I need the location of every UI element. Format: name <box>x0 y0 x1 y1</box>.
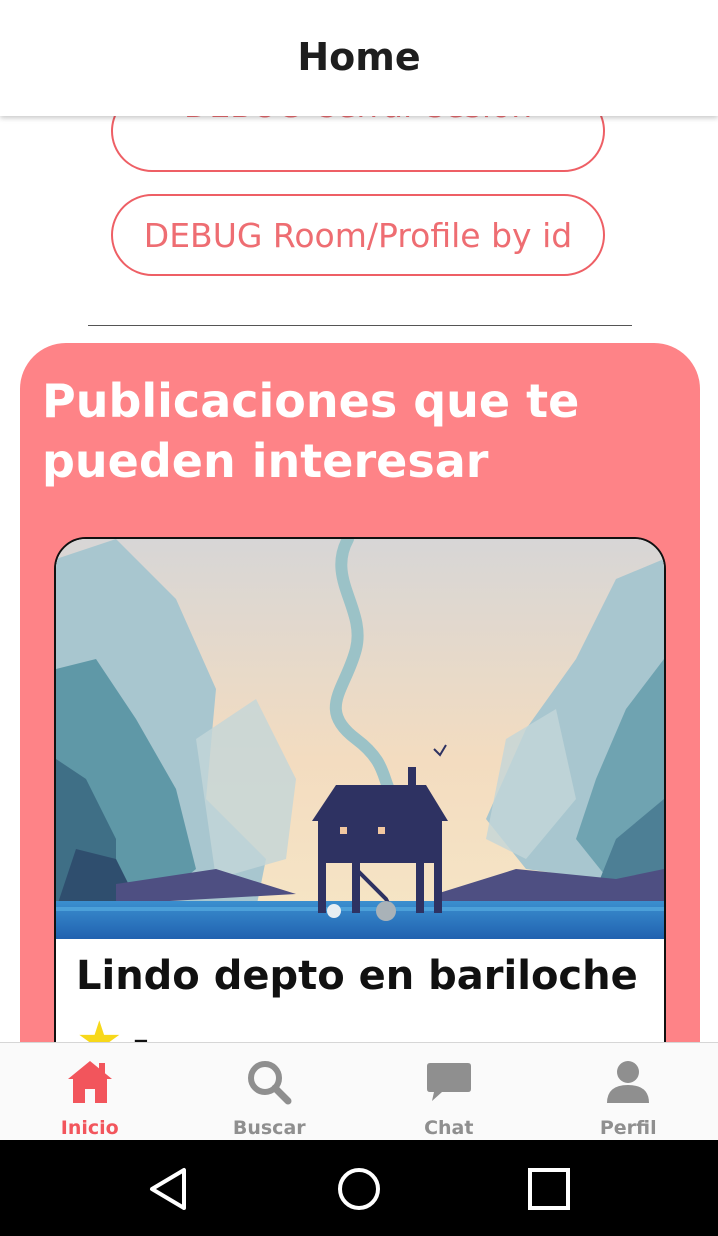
page-title: Home <box>297 35 421 79</box>
debug-room-profile-button[interactable]: DEBUG Room/Profile by id <box>111 194 605 276</box>
carousel-dot-2[interactable] <box>376 901 396 921</box>
nav-item-perfil[interactable]: Perfil <box>539 1043 718 1141</box>
system-navigation-bar <box>0 1140 718 1236</box>
star-icon: ★ <box>76 1011 123 1042</box>
home-circle-icon[interactable] <box>336 1166 382 1212</box>
home-icon <box>67 1061 112 1103</box>
bottom-navigation: Inicio Buscar Chat Perfil <box>0 1042 718 1141</box>
nav-label-chat: Chat <box>424 1117 474 1139</box>
listing-rating: ★ - <box>76 1013 149 1042</box>
nav-item-buscar[interactable]: Buscar <box>180 1043 360 1141</box>
person-icon <box>607 1061 650 1103</box>
cabin-landscape-illustration[interactable] <box>56 539 664 939</box>
section-divider <box>88 325 632 326</box>
nav-item-inicio[interactable]: Inicio <box>0 1043 180 1141</box>
nav-label-perfil: Perfil <box>599 1117 657 1139</box>
search-icon <box>248 1061 292 1105</box>
home-scroll-view[interactable]: DEBUG Cerrar sesión DEBUG Room/Profile b… <box>0 116 718 1042</box>
back-icon[interactable] <box>146 1166 192 1212</box>
listing-title: Lindo depto en bariloche <box>76 953 638 999</box>
nav-item-chat[interactable]: Chat <box>359 1043 539 1141</box>
recents-icon[interactable] <box>526 1166 572 1212</box>
debug-room-profile-label: DEBUG Room/Profile by id <box>143 215 573 255</box>
carousel-dot-1[interactable] <box>327 904 341 918</box>
debug-logout-label: DEBUG Cerrar sesión <box>184 116 532 125</box>
recommendations-section: Publicaciones que te pueden interesar Li… <box>20 343 700 1042</box>
nav-label-buscar: Buscar <box>232 1117 306 1139</box>
rating-value: - <box>132 1018 150 1042</box>
app-bar: Home <box>0 0 718 116</box>
nav-label-inicio: Inicio <box>60 1117 119 1139</box>
chat-icon <box>426 1063 471 1101</box>
listing-card[interactable]: Lindo depto en bariloche ★ - <box>54 537 666 1042</box>
debug-logout-button[interactable]: DEBUG Cerrar sesión <box>111 116 605 172</box>
recommendations-title: Publicaciones que te pueden interesar <box>42 374 580 488</box>
